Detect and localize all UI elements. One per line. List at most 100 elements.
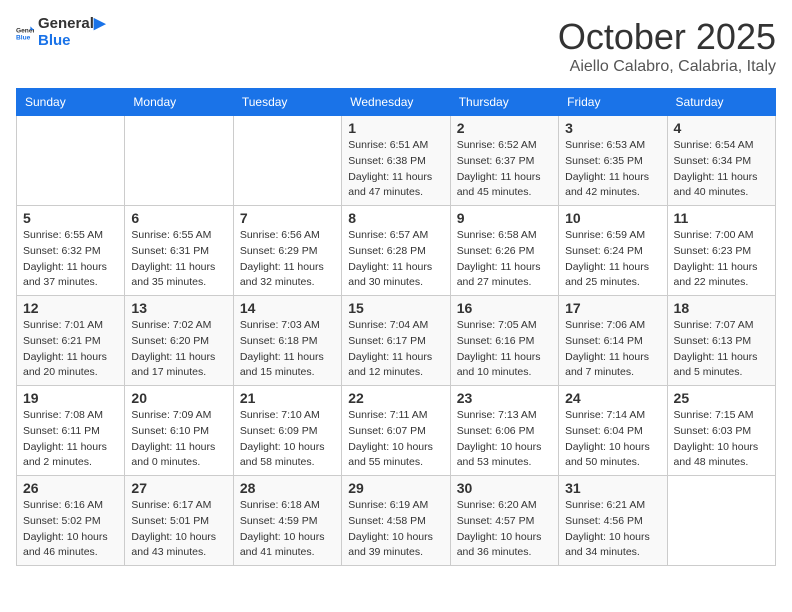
- day-number: 28: [240, 480, 335, 496]
- day-number: 14: [240, 300, 335, 316]
- week-row-2: 5 Sunrise: 6:55 AM Sunset: 6:32 PM Daylig…: [17, 206, 776, 296]
- day-number: 24: [565, 390, 660, 406]
- day-cell: [17, 116, 125, 206]
- header-wednesday: Wednesday: [342, 89, 450, 116]
- day-number: 25: [674, 390, 769, 406]
- header-monday: Monday: [125, 89, 233, 116]
- day-cell: 10Sunrise: 6:59 AM Sunset: 6:24 PM Dayli…: [559, 206, 667, 296]
- title-block: October 2025 Aiello Calabro, Calabria, I…: [558, 16, 776, 76]
- day-cell: 25Sunrise: 7:15 AM Sunset: 6:03 PM Dayli…: [667, 386, 775, 476]
- day-number: 3: [565, 120, 660, 136]
- day-info: Sunrise: 7:01 AM Sunset: 6:21 PM Dayligh…: [23, 318, 118, 381]
- month-title: October 2025: [558, 16, 776, 58]
- day-info: Sunrise: 6:58 AM Sunset: 6:26 PM Dayligh…: [457, 228, 552, 291]
- day-cell: 5 Sunrise: 6:55 AM Sunset: 6:32 PM Daylig…: [17, 206, 125, 296]
- day-number: 5: [23, 210, 118, 226]
- day-cell: 17Sunrise: 7:06 AM Sunset: 6:14 PM Dayli…: [559, 296, 667, 386]
- day-info: Sunrise: 6:57 AM Sunset: 6:28 PM Dayligh…: [348, 228, 443, 291]
- header-friday: Friday: [559, 89, 667, 116]
- day-info: Sunrise: 6:17 AM Sunset: 5:01 PM Dayligh…: [131, 498, 226, 561]
- day-number: 4: [674, 120, 769, 136]
- day-info: Sunrise: 6:20 AM Sunset: 4:57 PM Dayligh…: [457, 498, 552, 561]
- day-cell: 11 Sunrise: 7:00 AM Sunset: 6:23 PM Dayli…: [667, 206, 775, 296]
- day-info: Sunrise: 6:21 AM Sunset: 4:56 PM Dayligh…: [565, 498, 660, 561]
- day-info: Sunrise: 6:53 AM Sunset: 6:35 PM Dayligh…: [565, 138, 660, 201]
- day-cell: 13 Sunrise: 7:02 AM Sunset: 6:20 PM Dayli…: [125, 296, 233, 386]
- day-number: 31: [565, 480, 660, 496]
- header-tuesday: Tuesday: [233, 89, 341, 116]
- day-cell: 8 Sunrise: 6:57 AM Sunset: 6:28 PM Daylig…: [342, 206, 450, 296]
- day-cell: [125, 116, 233, 206]
- day-number: 11: [674, 210, 769, 226]
- week-row-1: 1 Sunrise: 6:51 AM Sunset: 6:38 PM Daylig…: [17, 116, 776, 206]
- day-cell: 3 Sunrise: 6:53 AM Sunset: 6:35 PM Daylig…: [559, 116, 667, 206]
- day-info: Sunrise: 7:11 AM Sunset: 6:07 PM Dayligh…: [348, 408, 443, 471]
- day-info: Sunrise: 7:08 AM Sunset: 6:11 PM Dayligh…: [23, 408, 118, 471]
- logo-icon: General Blue: [16, 24, 34, 42]
- calendar-body: 1 Sunrise: 6:51 AM Sunset: 6:38 PM Daylig…: [17, 116, 776, 566]
- day-number: 10: [565, 210, 660, 226]
- header-thursday: Thursday: [450, 89, 558, 116]
- day-info: Sunrise: 6:19 AM Sunset: 4:58 PM Dayligh…: [348, 498, 443, 561]
- day-number: 30: [457, 480, 552, 496]
- day-number: 13: [131, 300, 226, 316]
- logo: General Blue General▶ Blue: [16, 16, 105, 49]
- day-info: Sunrise: 7:13 AM Sunset: 6:06 PM Dayligh…: [457, 408, 552, 471]
- day-info: Sunrise: 7:02 AM Sunset: 6:20 PM Dayligh…: [131, 318, 226, 381]
- day-info: Sunrise: 6:16 AM Sunset: 5:02 PM Dayligh…: [23, 498, 118, 561]
- day-cell: 9 Sunrise: 6:58 AM Sunset: 6:26 PM Daylig…: [450, 206, 558, 296]
- day-info: Sunrise: 7:03 AM Sunset: 6:18 PM Dayligh…: [240, 318, 335, 381]
- logo-general: General▶: [38, 16, 105, 33]
- day-cell: 30 Sunrise: 6:20 AM Sunset: 4:57 PM Dayli…: [450, 476, 558, 566]
- day-info: Sunrise: 6:55 AM Sunset: 6:31 PM Dayligh…: [131, 228, 226, 291]
- header-saturday: Saturday: [667, 89, 775, 116]
- day-number: 22: [348, 390, 443, 406]
- day-number: 9: [457, 210, 552, 226]
- day-info: Sunrise: 6:52 AM Sunset: 6:37 PM Dayligh…: [457, 138, 552, 201]
- day-info: Sunrise: 7:05 AM Sunset: 6:16 PM Dayligh…: [457, 318, 552, 381]
- day-number: 6: [131, 210, 226, 226]
- day-info: Sunrise: 6:55 AM Sunset: 6:32 PM Dayligh…: [23, 228, 118, 291]
- header-sunday: Sunday: [17, 89, 125, 116]
- day-cell: 7 Sunrise: 6:56 AM Sunset: 6:29 PM Daylig…: [233, 206, 341, 296]
- day-cell: 28 Sunrise: 6:18 AM Sunset: 4:59 PM Dayli…: [233, 476, 341, 566]
- day-info: Sunrise: 6:51 AM Sunset: 6:38 PM Dayligh…: [348, 138, 443, 201]
- week-row-3: 12 Sunrise: 7:01 AM Sunset: 6:21 PM Dayli…: [17, 296, 776, 386]
- day-cell: 4Sunrise: 6:54 AM Sunset: 6:34 PM Daylig…: [667, 116, 775, 206]
- day-cell: 12 Sunrise: 7:01 AM Sunset: 6:21 PM Dayli…: [17, 296, 125, 386]
- day-cell: 16Sunrise: 7:05 AM Sunset: 6:16 PM Dayli…: [450, 296, 558, 386]
- week-row-4: 19 Sunrise: 7:08 AM Sunset: 6:11 PM Dayli…: [17, 386, 776, 476]
- day-number: 19: [23, 390, 118, 406]
- day-info: Sunrise: 6:56 AM Sunset: 6:29 PM Dayligh…: [240, 228, 335, 291]
- day-cell: 22 Sunrise: 7:11 AM Sunset: 6:07 PM Dayli…: [342, 386, 450, 476]
- location: Aiello Calabro, Calabria, Italy: [558, 58, 776, 76]
- day-number: 8: [348, 210, 443, 226]
- day-number: 7: [240, 210, 335, 226]
- day-cell: 24 Sunrise: 7:14 AM Sunset: 6:04 PM Dayli…: [559, 386, 667, 476]
- day-number: 1: [348, 120, 443, 136]
- day-info: Sunrise: 6:18 AM Sunset: 4:59 PM Dayligh…: [240, 498, 335, 561]
- day-cell: 27Sunrise: 6:17 AM Sunset: 5:01 PM Dayli…: [125, 476, 233, 566]
- day-number: 26: [23, 480, 118, 496]
- day-number: 15: [348, 300, 443, 316]
- day-cell: 1 Sunrise: 6:51 AM Sunset: 6:38 PM Daylig…: [342, 116, 450, 206]
- day-info: Sunrise: 7:10 AM Sunset: 6:09 PM Dayligh…: [240, 408, 335, 471]
- day-info: Sunrise: 7:07 AM Sunset: 6:13 PM Dayligh…: [674, 318, 769, 381]
- day-cell: [233, 116, 341, 206]
- day-info: Sunrise: 7:14 AM Sunset: 6:04 PM Dayligh…: [565, 408, 660, 471]
- day-info: Sunrise: 7:04 AM Sunset: 6:17 PM Dayligh…: [348, 318, 443, 381]
- day-info: Sunrise: 7:00 AM Sunset: 6:23 PM Dayligh…: [674, 228, 769, 291]
- day-info: Sunrise: 7:09 AM Sunset: 6:10 PM Dayligh…: [131, 408, 226, 471]
- day-cell: [667, 476, 775, 566]
- day-number: 2: [457, 120, 552, 136]
- day-number: 12: [23, 300, 118, 316]
- day-number: 20: [131, 390, 226, 406]
- week-row-5: 26 Sunrise: 6:16 AM Sunset: 5:02 PM Dayli…: [17, 476, 776, 566]
- day-cell: 26 Sunrise: 6:16 AM Sunset: 5:02 PM Dayli…: [17, 476, 125, 566]
- calendar-header: SundayMondayTuesdayWednesdayThursdayFrid…: [17, 89, 776, 116]
- day-number: 21: [240, 390, 335, 406]
- day-cell: 21 Sunrise: 7:10 AM Sunset: 6:09 PM Dayli…: [233, 386, 341, 476]
- day-cell: 19 Sunrise: 7:08 AM Sunset: 6:11 PM Dayli…: [17, 386, 125, 476]
- day-cell: 29Sunrise: 6:19 AM Sunset: 4:58 PM Dayli…: [342, 476, 450, 566]
- day-info: Sunrise: 7:06 AM Sunset: 6:14 PM Dayligh…: [565, 318, 660, 381]
